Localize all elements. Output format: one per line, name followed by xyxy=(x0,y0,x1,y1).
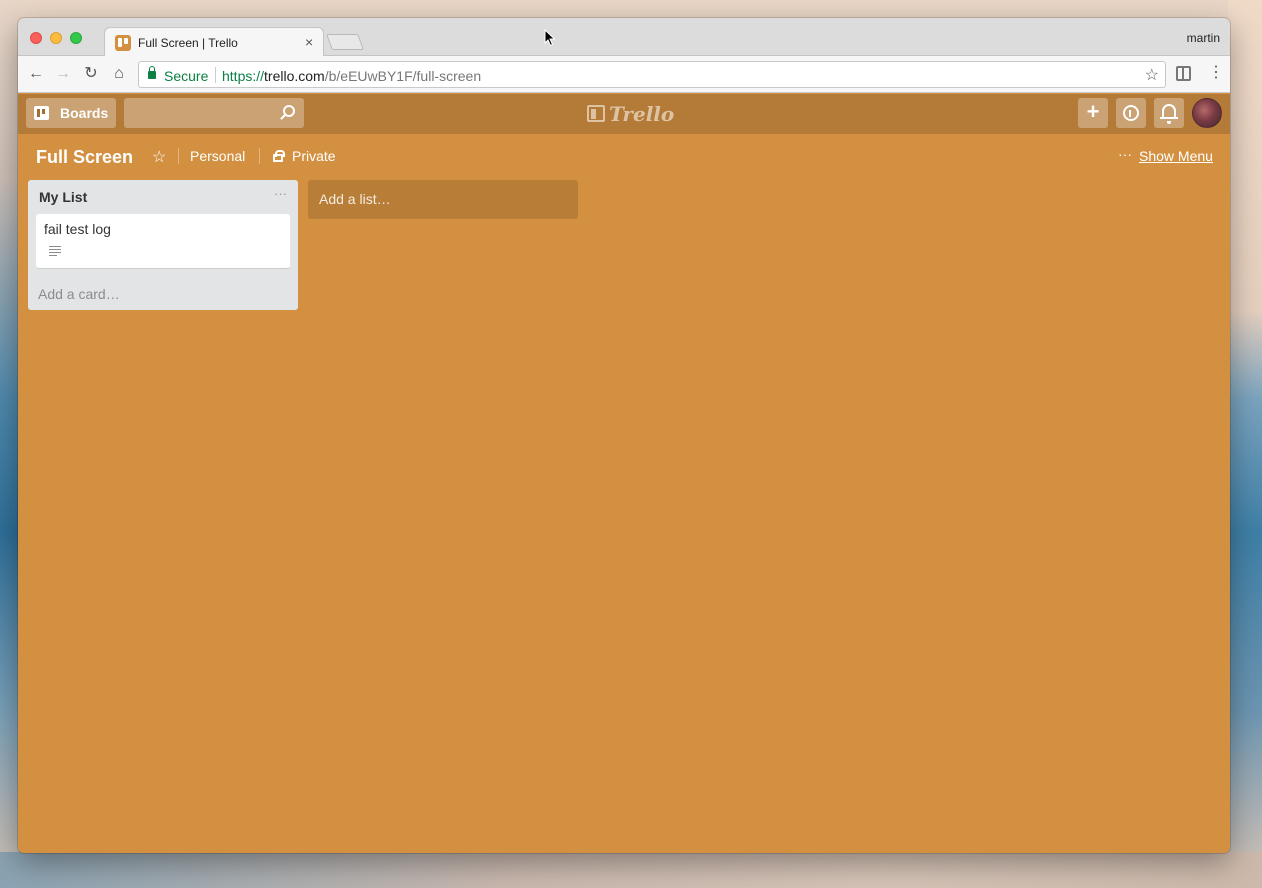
add-card-link[interactable]: Add a card… xyxy=(38,286,120,302)
browser-menu-icon[interactable]: ⋮ xyxy=(1208,64,1224,82)
lock-icon xyxy=(148,66,156,79)
star-board-icon[interactable]: ☆ xyxy=(152,147,166,167)
new-tab-button[interactable] xyxy=(326,34,364,50)
info-button[interactable] xyxy=(1116,98,1146,128)
list-menu-icon[interactable]: ··· xyxy=(274,186,287,201)
trello-logo-text: Trello xyxy=(609,102,675,126)
minimize-window-button[interactable] xyxy=(50,32,62,44)
profile-name[interactable]: martin xyxy=(1187,31,1220,45)
tab-close-icon[interactable]: × xyxy=(305,34,313,50)
boards-icon xyxy=(34,106,49,120)
info-icon xyxy=(1123,105,1139,121)
lock-icon xyxy=(273,150,285,162)
boards-button[interactable]: Boards xyxy=(26,98,116,128)
notifications-button[interactable] xyxy=(1154,98,1184,128)
forward-arrow-icon[interactable]: → xyxy=(54,65,72,83)
back-arrow-icon[interactable]: ← xyxy=(27,65,45,83)
trello-extension-icon[interactable] xyxy=(1176,66,1191,81)
url-path: /b/eEUwBY1F/full-screen xyxy=(324,68,482,84)
reload-icon[interactable]: ↻ xyxy=(82,65,100,83)
browser-toolbar: ← → ↻ ⌂ Secure https://trello.com/b/eEUw… xyxy=(18,56,1230,93)
avatar[interactable] xyxy=(1192,98,1222,128)
url-text[interactable]: https://trello.com/b/eEUwBY1F/full-scree… xyxy=(222,68,481,84)
card-title: fail test log xyxy=(44,221,111,237)
address-bar[interactable]: Secure https://trello.com/b/eEUwBY1F/ful… xyxy=(138,61,1166,88)
visibility-button[interactable]: Private xyxy=(292,148,336,164)
tab-strip: Full Screen | Trello × martin xyxy=(18,18,1230,57)
show-menu-link[interactable]: Show Menu xyxy=(1139,148,1213,164)
desktop-background-bottom xyxy=(0,852,1262,888)
board-header-divider xyxy=(259,148,260,164)
browser-tab[interactable]: Full Screen | Trello × xyxy=(104,27,324,57)
trello-favicon-icon xyxy=(115,35,131,51)
board-title[interactable]: Full Screen xyxy=(36,147,133,168)
add-list-label: Add a list… xyxy=(319,191,391,207)
trello-header: Boards Trello + xyxy=(18,94,1230,134)
url-host: trello.com xyxy=(264,68,325,84)
bookmark-star-icon[interactable]: ☆ xyxy=(1145,65,1159,85)
create-button[interactable]: + xyxy=(1078,98,1108,128)
search-icon[interactable] xyxy=(283,105,295,117)
team-button[interactable]: Personal xyxy=(190,148,245,164)
desktop-background-left xyxy=(0,0,20,888)
zoom-window-button[interactable] xyxy=(70,32,82,44)
tab-title: Full Screen | Trello xyxy=(138,36,238,50)
plus-icon: + xyxy=(1086,99,1100,124)
omnibox-divider xyxy=(215,67,216,83)
desktop-background-right xyxy=(1228,0,1262,888)
add-list-button[interactable]: Add a list… xyxy=(308,180,578,219)
trello-logo-icon xyxy=(587,105,605,122)
list-my-list: My List ··· fail test log Add a card… xyxy=(28,180,298,310)
card[interactable]: fail test log xyxy=(36,214,290,269)
url-scheme: https:// xyxy=(222,68,265,84)
browser-window: Full Screen | Trello × martin ← → ↻ ⌂ Se… xyxy=(18,18,1230,853)
board-header: Full Screen ☆ Personal Private ··· Show … xyxy=(18,134,1230,176)
description-icon xyxy=(49,246,61,256)
close-window-button[interactable] xyxy=(30,32,42,44)
bell-icon xyxy=(1160,104,1178,124)
list-title[interactable]: My List xyxy=(39,189,87,205)
home-icon[interactable]: ⌂ xyxy=(110,65,128,83)
search-input[interactable] xyxy=(124,98,304,128)
boards-label: Boards xyxy=(60,105,109,121)
secure-label: Secure xyxy=(164,68,209,84)
board-header-divider xyxy=(178,148,179,164)
more-dots-icon[interactable]: ··· xyxy=(1118,146,1132,162)
